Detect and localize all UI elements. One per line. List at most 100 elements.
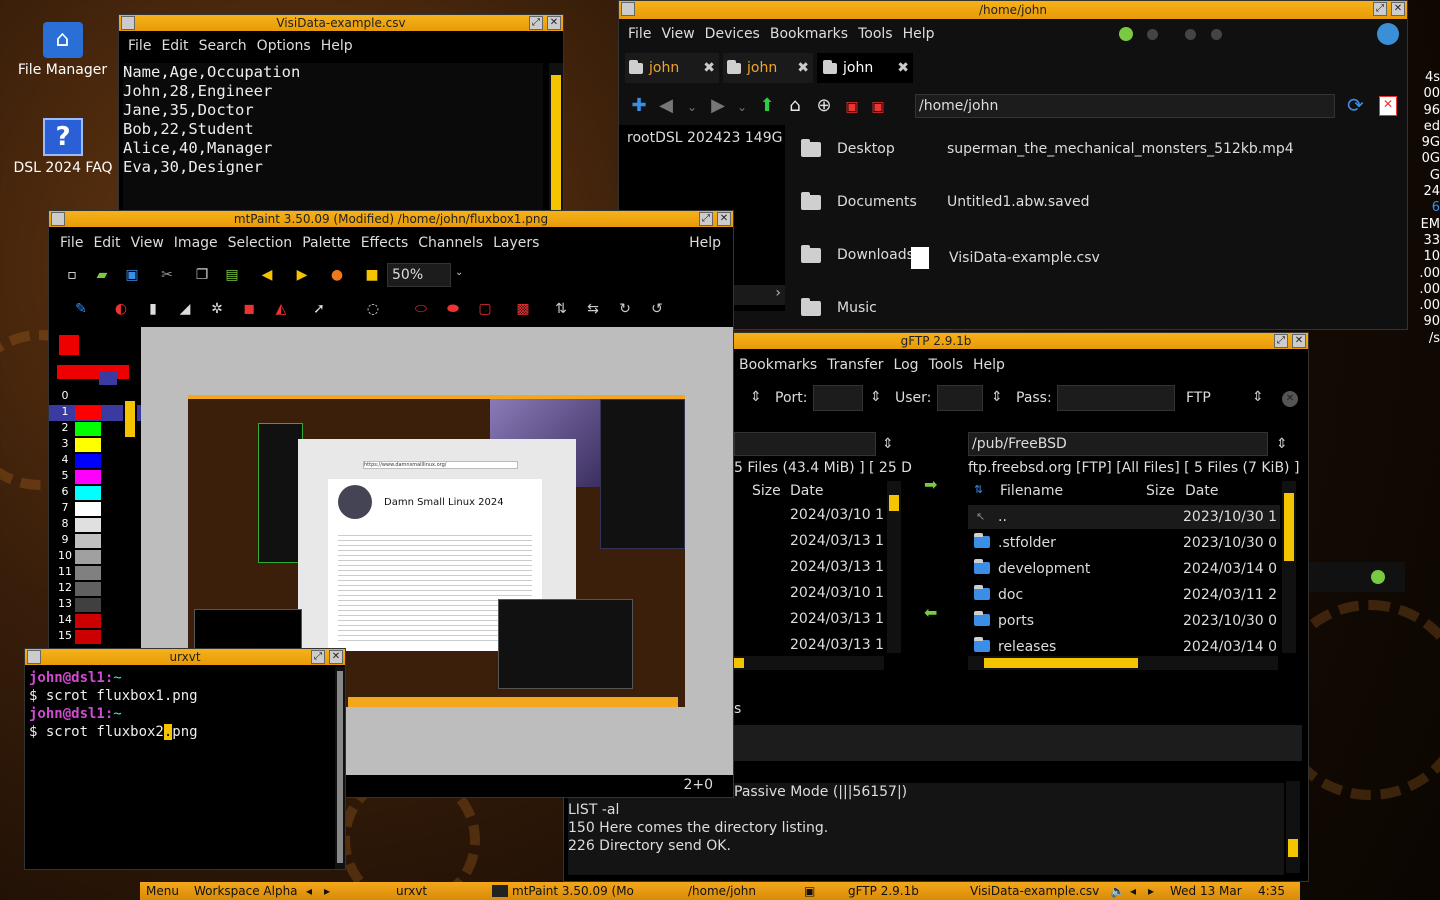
new-file-icon[interactable]: ▫ bbox=[57, 263, 87, 287]
close-tab-icon[interactable]: ✖ bbox=[897, 53, 909, 83]
stop-icon[interactable]: ✕ bbox=[1379, 96, 1397, 116]
close-button[interactable]: ✕ bbox=[1292, 334, 1306, 348]
rotate-ccw-icon[interactable]: ↺ bbox=[641, 297, 673, 321]
menu-file[interactable]: File bbox=[60, 231, 83, 255]
task-visidata[interactable]: VisiData-example.csv bbox=[970, 882, 1099, 900]
background-swatch[interactable] bbox=[99, 371, 117, 385]
terminal-output[interactable]: john@dsl1:~ $ scrot fluxbox1.png john@ds… bbox=[29, 669, 198, 741]
menu-help[interactable]: Help bbox=[903, 22, 935, 46]
drive-entry[interactable]: rootDSL 202423 149G bbox=[627, 130, 782, 146]
select-icon[interactable]: ◼ bbox=[233, 297, 265, 321]
col-filename[interactable]: Filename bbox=[1000, 483, 1063, 499]
menu-help[interactable]: Help bbox=[321, 34, 353, 58]
col-date[interactable]: Date bbox=[790, 483, 823, 499]
folder-item[interactable]: Desktop bbox=[801, 138, 895, 157]
menu-log[interactable]: Log bbox=[894, 353, 919, 377]
desktop-icon-faq[interactable]: ? DSL 2024 FAQ bbox=[8, 118, 118, 176]
menu-view[interactable]: View bbox=[661, 22, 694, 46]
scrollbar[interactable] bbox=[1286, 781, 1300, 873]
maximize-button[interactable]: ⤢ bbox=[529, 16, 543, 30]
new-tab-icon[interactable]: ✚ bbox=[625, 93, 653, 119]
menu-options[interactable]: Options bbox=[257, 34, 311, 58]
scroll-thumb[interactable] bbox=[984, 658, 1138, 668]
copy-icon[interactable]: ❐ bbox=[187, 263, 217, 287]
spin-icon[interactable]: ⇕ bbox=[750, 389, 762, 405]
port-input[interactable] bbox=[813, 385, 863, 411]
polygon-icon[interactable]: ◭ bbox=[265, 297, 297, 321]
file-item[interactable]: superman_the_mechanical_monsters_512kb.m… bbox=[947, 141, 1294, 157]
maximize-button[interactable]: ⤢ bbox=[699, 212, 713, 226]
spin-icon[interactable]: ⇕ bbox=[1276, 436, 1288, 452]
maximize-button[interactable]: ⤢ bbox=[1373, 2, 1387, 16]
menu-tools[interactable]: Tools bbox=[858, 22, 893, 46]
task-mtpaint[interactable]: mtPaint 3.50.09 (Mo bbox=[512, 882, 634, 900]
remote-row[interactable]: development 2024/03/14 0 bbox=[968, 557, 1280, 581]
remote-row[interactable]: .stfolder 2023/10/30 0 bbox=[968, 531, 1280, 555]
scrollbar[interactable] bbox=[1282, 481, 1296, 653]
remote-path-input[interactable]: /pub/FreeBSD bbox=[968, 432, 1268, 456]
menu-palette[interactable]: Palette bbox=[302, 231, 351, 255]
remote-row[interactable]: doc 2024/03/11 2 bbox=[968, 583, 1280, 607]
workspace-name[interactable]: Workspace Alpha bbox=[194, 882, 298, 900]
scrollbar[interactable] bbox=[887, 481, 901, 653]
close-button[interactable]: ✕ bbox=[547, 16, 561, 30]
menu-edit[interactable]: Edit bbox=[93, 231, 120, 255]
menu-help[interactable]: Help bbox=[973, 353, 1005, 377]
title-bar[interactable]: /home/john ⤢ ✕ bbox=[619, 1, 1407, 19]
menu-transfer[interactable]: Transfer bbox=[827, 353, 883, 377]
menu-devices[interactable]: Devices bbox=[705, 22, 760, 46]
window-menu-icon[interactable] bbox=[621, 2, 635, 16]
menu-bookmarks[interactable]: Bookmarks bbox=[739, 353, 817, 377]
scrollbar[interactable] bbox=[549, 63, 563, 211]
h-scrollbar[interactable] bbox=[734, 656, 884, 670]
window-menu-icon[interactable] bbox=[121, 16, 135, 30]
chevron-down-icon[interactable]: ⌄ bbox=[679, 94, 705, 120]
close-tab-icon[interactable]: ✖ bbox=[703, 53, 715, 83]
chevron-down-icon[interactable]: ⌄ bbox=[455, 267, 463, 278]
spin-icon[interactable]: ⇕ bbox=[1252, 389, 1264, 405]
volume-icon[interactable]: 🔈 bbox=[1110, 882, 1125, 900]
menu-layers[interactable]: Layers bbox=[493, 231, 539, 255]
scroll-thumb[interactable] bbox=[734, 658, 744, 668]
menu-view[interactable]: View bbox=[131, 231, 164, 255]
home-icon[interactable]: ⌂ bbox=[781, 93, 809, 119]
pan-icon[interactable]: ■ bbox=[357, 263, 387, 287]
maximize-button[interactable]: ⤢ bbox=[1274, 334, 1288, 348]
title-bar[interactable]: mtPaint 3.50.09 (Modified) /home/john/fl… bbox=[49, 211, 733, 227]
remote-row[interactable]: releases 2024/03/14 0 bbox=[968, 635, 1280, 653]
task-gftp[interactable]: gFTP 2.9.1b bbox=[848, 882, 919, 900]
menu-help[interactable]: Help bbox=[689, 231, 721, 255]
menu-bookmarks[interactable]: Bookmarks bbox=[770, 22, 848, 46]
forward-icon[interactable]: ▶ bbox=[705, 93, 731, 119]
path-input[interactable]: /home/john bbox=[915, 94, 1335, 118]
title-bar[interactable]: urxvt ⤢ ✕ bbox=[25, 649, 345, 665]
file-item[interactable]: Untitled1.abw.saved bbox=[947, 194, 1089, 210]
clone-icon[interactable]: ✲ bbox=[201, 297, 233, 321]
taskbar-menu[interactable]: Menu bbox=[146, 882, 179, 900]
open-folder-icon[interactable]: ▰ bbox=[87, 263, 117, 287]
cut-icon[interactable]: ✂ bbox=[147, 263, 187, 287]
folder-item[interactable]: Documents bbox=[801, 191, 917, 210]
file-date[interactable]: 2024/03/13 1 bbox=[790, 611, 884, 627]
local-path-input[interactable] bbox=[734, 432, 876, 456]
next-workspace-icon[interactable]: ▸ bbox=[324, 882, 330, 900]
menu-file[interactable]: File bbox=[628, 22, 651, 46]
flip-v-icon[interactable]: ⇅ bbox=[545, 297, 577, 321]
menu-image[interactable]: Image bbox=[174, 231, 218, 255]
task-urxvt[interactable]: urxvt bbox=[396, 882, 427, 900]
chevron-down-icon[interactable]: ⌄ bbox=[731, 94, 753, 120]
scroll-thumb[interactable] bbox=[889, 495, 899, 511]
file-date[interactable]: 2024/03/13 1 bbox=[790, 637, 884, 653]
window-menu-icon[interactable] bbox=[27, 650, 41, 664]
fill-icon[interactable]: ◐ bbox=[105, 297, 137, 321]
h-scrollbar[interactable] bbox=[968, 656, 1278, 670]
menu-edit[interactable]: Edit bbox=[161, 34, 188, 58]
redo-icon[interactable]: ▶ bbox=[287, 263, 317, 287]
spin-icon[interactable]: ⇕ bbox=[882, 436, 894, 452]
prev-icon[interactable]: ◂ bbox=[1130, 882, 1136, 900]
menu-selection[interactable]: Selection bbox=[228, 231, 293, 255]
task-file-manager[interactable]: /home/john bbox=[688, 882, 756, 900]
file-item[interactable]: VisiData-example.csv bbox=[911, 247, 1100, 269]
col-size[interactable]: Size bbox=[752, 483, 781, 499]
line-icon[interactable]: ▮ bbox=[137, 297, 169, 321]
